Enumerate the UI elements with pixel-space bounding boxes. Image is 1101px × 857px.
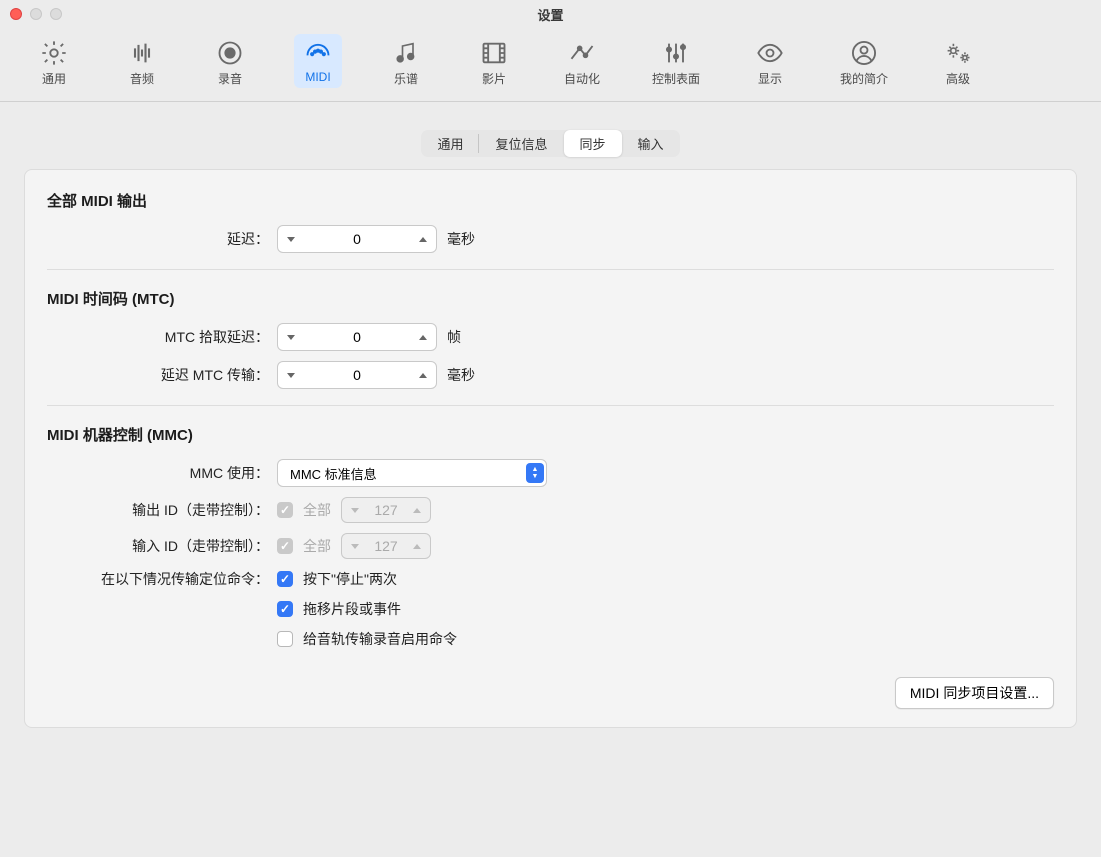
stepper-value[interactable]: 0 (304, 367, 410, 383)
input-id-stepper: 127 (341, 533, 431, 559)
stop-twice-checkbox[interactable] (277, 571, 293, 587)
waveform-icon (124, 38, 160, 68)
output-id-stepper: 127 (341, 497, 431, 523)
stepper-increment (404, 534, 430, 558)
toolbar-label: 录音 (218, 70, 242, 87)
mmc-uses-dropdown[interactable]: MMC 标准信息 ▲▼ (277, 459, 547, 487)
stepper-value[interactable]: 0 (304, 329, 410, 345)
enable-record-label: 给音轨传输录音启用命令 (303, 629, 457, 649)
toolbar-general[interactable]: 通用 (30, 34, 78, 91)
dropdown-value: MMC 标准信息 (290, 464, 377, 483)
stop-twice-label: 按下"停止"两次 (303, 569, 397, 589)
toolbar: 通用 音频 录音 MIDI 乐谱 (0, 28, 1101, 102)
stepper-decrement (342, 498, 368, 522)
stepper-decrement[interactable] (278, 226, 304, 252)
record-icon (212, 38, 248, 68)
music-note-icon (388, 38, 424, 68)
toolbar-recording[interactable]: 录音 (206, 34, 254, 91)
stepper-value: 127 (368, 538, 404, 554)
stepper-increment[interactable] (410, 226, 436, 252)
stepper-increment (404, 498, 430, 522)
mtc-delay-label: 延迟 MTC 传输： (47, 365, 277, 385)
stepper-increment[interactable] (410, 324, 436, 350)
drag-region-label: 拖移片段或事件 (303, 599, 401, 619)
midi-icon (300, 38, 336, 68)
subtab-segmented-control: 通用 复位信息 同步 输入 (24, 130, 1077, 157)
titlebar: 设置 (0, 0, 1101, 28)
unit-frames: 帧 (447, 327, 461, 347)
toolbar-label: 我的简介 (840, 70, 888, 87)
toolbar-display[interactable]: 显示 (746, 34, 794, 91)
zoom-window-button[interactable] (50, 8, 62, 20)
eye-icon (752, 38, 788, 68)
toolbar-label: 音频 (130, 70, 154, 87)
toolbar-label: 自动化 (564, 70, 600, 87)
output-id-all-checkbox (277, 502, 293, 518)
film-icon (476, 38, 512, 68)
toolbar-my-info[interactable]: 我的简介 (834, 34, 894, 91)
divider (47, 405, 1054, 406)
drag-region-checkbox[interactable] (277, 601, 293, 617)
all-midi-delay-stepper[interactable]: 0 (277, 225, 437, 253)
input-id-all-checkbox (277, 538, 293, 554)
sliders-icon (658, 38, 694, 68)
toolbar-label: 高级 (946, 70, 970, 87)
automation-icon (564, 38, 600, 68)
input-id-label: 输入 ID（走带控制）： (47, 536, 277, 556)
subtab-input[interactable]: 输入 (622, 130, 680, 157)
minimize-window-button[interactable] (30, 8, 42, 20)
toolbar-automation[interactable]: 自动化 (558, 34, 606, 91)
stepper-decrement[interactable] (278, 362, 304, 388)
toolbar-midi[interactable]: MIDI (294, 34, 342, 88)
person-icon (846, 38, 882, 68)
mtc-pickup-stepper[interactable]: 0 (277, 323, 437, 351)
chevron-up-down-icon: ▲▼ (526, 463, 544, 483)
toolbar-label: 显示 (758, 70, 782, 87)
output-id-all-label: 全部 (303, 500, 331, 520)
stepper-decrement (342, 534, 368, 558)
subtab-general[interactable]: 通用 (421, 130, 479, 157)
toolbar-label: 乐谱 (394, 70, 418, 87)
unit-ms: 毫秒 (447, 365, 475, 385)
mtc-delay-stepper[interactable]: 0 (277, 361, 437, 389)
input-id-all-label: 全部 (303, 536, 331, 556)
toolbar-label: 控制表面 (652, 70, 700, 87)
subtab-sync[interactable]: 同步 (564, 130, 622, 157)
toolbar-score[interactable]: 乐谱 (382, 34, 430, 91)
stepper-value[interactable]: 0 (304, 231, 410, 247)
transmit-locate-label: 在以下情况传输定位命令： (47, 569, 277, 589)
midi-sync-project-settings-button[interactable]: MIDI 同步项目设置... (895, 677, 1054, 709)
mtc-pickup-label: MTC 拾取延迟： (47, 327, 277, 347)
toolbar-audio[interactable]: 音频 (118, 34, 166, 91)
divider (47, 269, 1054, 270)
toolbar-advanced[interactable]: 高级 (934, 34, 982, 91)
toolbar-label: MIDI (305, 70, 330, 84)
stepper-increment[interactable] (410, 362, 436, 388)
close-window-button[interactable] (10, 8, 22, 20)
stepper-decrement[interactable] (278, 324, 304, 350)
toolbar-label: 通用 (42, 70, 66, 87)
output-id-label: 输出 ID（走带控制）： (47, 500, 277, 520)
settings-panel: 全部 MIDI 输出 延迟： 0 毫秒 MIDI 时间码 (MTC) MTC 拾… (24, 169, 1077, 728)
unit-ms: 毫秒 (447, 229, 475, 249)
enable-record-checkbox[interactable] (277, 631, 293, 647)
toolbar-label: 影片 (482, 70, 506, 87)
delay-label: 延迟： (47, 229, 277, 249)
window-title: 设置 (537, 5, 563, 24)
section-all-midi-output-title: 全部 MIDI 输出 (47, 190, 1054, 211)
mmc-uses-label: MMC 使用： (47, 463, 277, 483)
gear-icon (36, 38, 72, 68)
gears-icon (940, 38, 976, 68)
subtab-reset[interactable]: 复位信息 (479, 130, 563, 157)
toolbar-movie[interactable]: 影片 (470, 34, 518, 91)
stepper-value: 127 (368, 502, 404, 518)
section-mmc-title: MIDI 机器控制 (MMC) (47, 424, 1054, 445)
section-mtc-title: MIDI 时间码 (MTC) (47, 288, 1054, 309)
toolbar-control-surfaces[interactable]: 控制表面 (646, 34, 706, 91)
